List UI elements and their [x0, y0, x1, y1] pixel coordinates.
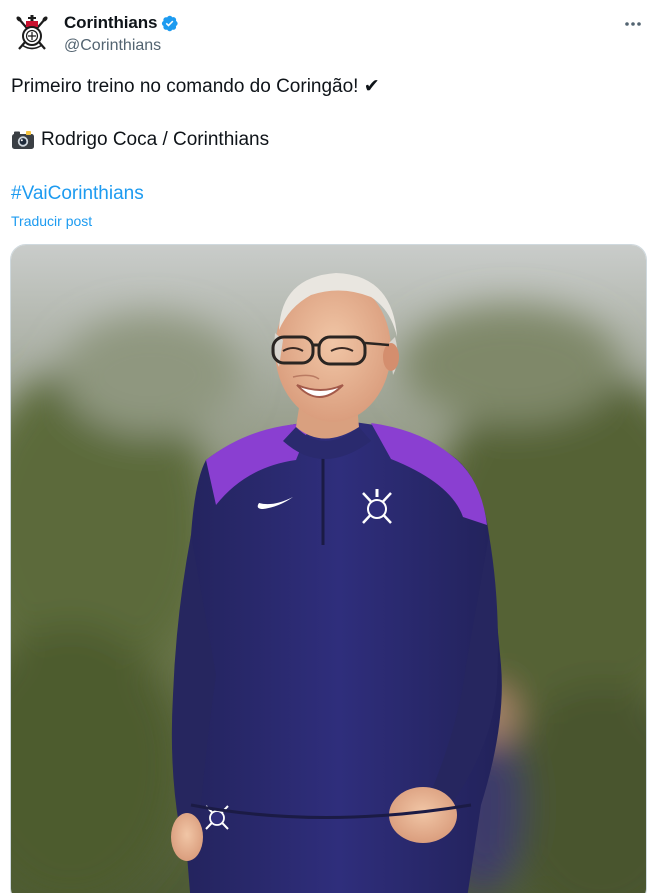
hashtag-link[interactable]: #VaiCorinthians: [11, 182, 144, 206]
handle[interactable]: @Corinthians: [64, 37, 179, 55]
translate-post-link[interactable]: Traducir post: [11, 212, 92, 230]
display-name[interactable]: Corinthians: [64, 13, 157, 33]
post-text-line: Primeiro treino no comando do Coringão! …: [11, 76, 380, 97]
coach-photo: [11, 245, 646, 893]
tweet-header: Corinthians @Corinthians: [0, 0, 657, 64]
photo-credit: Rodrigo Coca / Corinthians: [11, 128, 269, 152]
corinthians-crest-icon: [10, 12, 54, 56]
avatar[interactable]: [10, 12, 54, 56]
author-info: Corinthians @Corinthians: [64, 12, 179, 55]
more-options-button[interactable]: [621, 12, 645, 36]
photo-credit-text: Rodrigo Coca / Corinthians: [41, 129, 270, 150]
name-row: Corinthians: [64, 12, 179, 34]
camera-icon: [12, 131, 34, 149]
post-photo[interactable]: [10, 244, 647, 893]
tweet: Corinthians @Corinthians Primeiro treino…: [0, 0, 657, 893]
more-options-icon: [625, 22, 641, 26]
verified-badge-icon: [162, 15, 178, 31]
